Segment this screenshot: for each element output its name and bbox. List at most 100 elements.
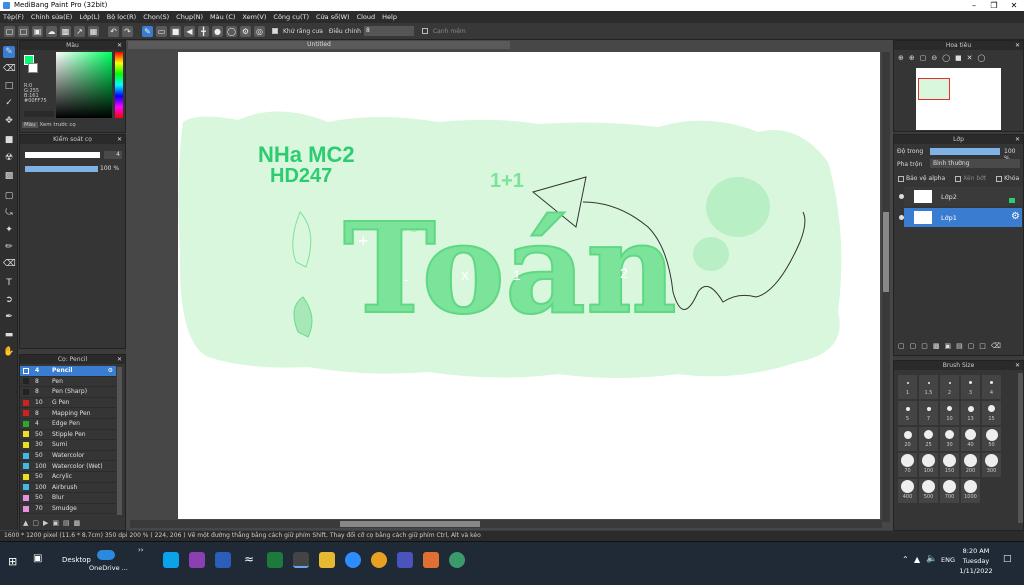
language-indicator[interactable]: ENG: [941, 556, 955, 564]
menu-file[interactable]: Tệp(F): [3, 13, 24, 21]
brush-list-scrollbar[interactable]: [117, 367, 122, 515]
close-icon[interactable]: ✕: [1015, 135, 1020, 144]
notification-icon[interactable]: □: [1003, 554, 1012, 564]
layer-item[interactable]: Lớp2: [899, 187, 1022, 206]
brush-item[interactable]: 100 Watercolor (Wet): [20, 461, 116, 472]
export-icon[interactable]: ↗: [74, 25, 85, 37]
windows-start-icon[interactable]: ⊞: [8, 555, 20, 568]
gear-icon[interactable]: ⚙: [108, 367, 113, 374]
operation-tool-icon[interactable]: ➲: [3, 294, 15, 306]
brush-size-option[interactable]: 1000: [961, 479, 980, 503]
menu-view[interactable]: Xem(V): [242, 13, 266, 21]
target-icon[interactable]: ◎: [254, 25, 265, 37]
select-pen-icon[interactable]: ✏: [3, 241, 15, 253]
brush-size-option[interactable]: 300: [982, 453, 1001, 477]
brush-opacity-slider[interactable]: [25, 166, 98, 172]
brush-size-option[interactable]: 7: [919, 401, 938, 425]
menu-help[interactable]: Help: [382, 13, 397, 21]
brush-size-option[interactable]: 25: [919, 427, 938, 451]
brush-item[interactable]: 30 Sumi: [20, 440, 116, 451]
redo-icon[interactable]: ↷: [122, 25, 133, 37]
brush-size-slider[interactable]: [25, 152, 100, 158]
medibang-icon[interactable]: [293, 552, 309, 568]
gear-icon[interactable]: ⚙: [1011, 211, 1020, 222]
brush-size-option[interactable]: 40: [961, 427, 980, 451]
background-color-swatch[interactable]: [28, 63, 38, 73]
task-view-icon[interactable]: ▣: [33, 553, 42, 564]
brush-size-option[interactable]: 5: [898, 401, 917, 425]
word-icon[interactable]: [215, 552, 231, 568]
menu-select[interactable]: Chọn(S): [143, 13, 169, 21]
maximize-button[interactable]: ❐: [984, 0, 1004, 11]
folder-icon[interactable]: [319, 552, 335, 568]
brush-item[interactable]: 8 Pen (Sharp): [20, 387, 116, 398]
close-icon[interactable]: ✕: [117, 135, 122, 144]
menu-layer[interactable]: Lớp(L): [79, 13, 99, 21]
onedrive-label[interactable]: OneDrive ...: [89, 564, 128, 572]
brush-size-option[interactable]: 30: [940, 427, 959, 451]
layer-actions[interactable]: ▢▢▢▩▣▤▢□⌫: [898, 342, 1022, 352]
settings-icon[interactable]: ⚙: [240, 25, 251, 37]
close-icon[interactable]: ✕: [117, 355, 122, 364]
brush-size-option[interactable]: 400: [898, 479, 917, 503]
clip-checkbox[interactable]: [955, 175, 962, 182]
brush-size-option[interactable]: 200: [961, 453, 980, 477]
wifi-icon[interactable]: ≈: [241, 552, 257, 568]
onedrive-icon[interactable]: [97, 550, 115, 560]
teams-icon[interactable]: [397, 552, 413, 568]
lasso-tool-icon[interactable]: ⤿: [3, 207, 15, 219]
new-file-icon[interactable]: ▢: [4, 25, 15, 37]
navigator-preview[interactable]: [916, 68, 1001, 130]
brush-size-option[interactable]: 500: [919, 479, 938, 503]
gradient-tool-icon[interactable]: ▩: [3, 170, 15, 182]
layer-opacity-slider[interactable]: [930, 148, 1000, 155]
eye-icon[interactable]: [899, 194, 904, 199]
brush-size-value[interactable]: 4: [104, 151, 122, 159]
skype-icon[interactable]: [163, 552, 179, 568]
grid-icon[interactable]: ▦: [88, 25, 99, 37]
ruler-icon[interactable]: ╋: [198, 25, 209, 37]
pencil-mode-icon[interactable]: ✎: [142, 25, 153, 37]
brush-size-option[interactable]: 4: [982, 375, 1001, 399]
menu-tools[interactable]: Công cụ(T): [273, 13, 309, 21]
document-tab[interactable]: Untitled: [128, 41, 510, 49]
brush-size-option[interactable]: 100: [919, 453, 938, 477]
hue-slider[interactable]: [115, 52, 123, 118]
text-tool-icon[interactable]: T: [3, 277, 15, 289]
layer-item-selected[interactable]: Lớp1 ⚙: [899, 208, 1022, 227]
brush-size-option[interactable]: 2: [940, 375, 959, 399]
brush-item[interactable]: 70 Smudge: [20, 504, 116, 515]
divide-tool-icon[interactable]: ▬: [3, 329, 15, 341]
brush-size-option[interactable]: 3: [961, 375, 980, 399]
circle-icon[interactable]: ●: [212, 25, 223, 37]
eye-icon[interactable]: [899, 215, 904, 220]
line-icon[interactable]: ◀: [184, 25, 195, 37]
brush-size-option[interactable]: 50: [982, 427, 1001, 451]
desktop-label[interactable]: Desktop: [62, 556, 91, 564]
navigator-controls[interactable]: ⊕⊕▢⊖◯■✕◯: [898, 54, 1021, 64]
bucket-tool-icon[interactable]: ☢: [3, 152, 15, 164]
close-icon[interactable]: ✕: [1015, 361, 1020, 370]
brush-size-option[interactable]: 1.5: [919, 375, 938, 399]
close-icon[interactable]: ✕: [117, 41, 122, 50]
chevron-icon[interactable]: ››: [138, 546, 144, 554]
brush-item[interactable]: 10 G Pen: [20, 398, 116, 409]
minimize-button[interactable]: –: [964, 0, 984, 11]
brush-tool-icon[interactable]: ✎: [3, 46, 15, 58]
fill-mode-icon[interactable]: ■: [170, 25, 181, 37]
brush-size-option[interactable]: 15: [982, 401, 1001, 425]
protect-alpha-checkbox[interactable]: [898, 175, 904, 182]
lock-checkbox[interactable]: [996, 175, 1003, 182]
menu-color[interactable]: Màu (C): [210, 13, 235, 21]
image-icon[interactable]: ▩: [60, 25, 71, 37]
menu-window[interactable]: Cửa sổ(W): [316, 13, 350, 21]
menu-capture[interactable]: Chụp(N): [176, 13, 203, 21]
rect-tool-icon[interactable]: □: [3, 80, 15, 92]
excel-icon[interactable]: [267, 552, 283, 568]
clock[interactable]: 8:20 AM Tuesday 1/11/2022: [956, 546, 996, 576]
check-tool-icon[interactable]: ✓: [3, 97, 15, 109]
brush-item[interactable]: 4 Pencil ⚙: [20, 366, 116, 377]
menu-edit[interactable]: Chỉnh sửa(E): [31, 13, 72, 21]
brush-item[interactable]: 8 Mapping Pen: [20, 408, 116, 419]
brush-size-option[interactable]: 20: [898, 427, 917, 451]
